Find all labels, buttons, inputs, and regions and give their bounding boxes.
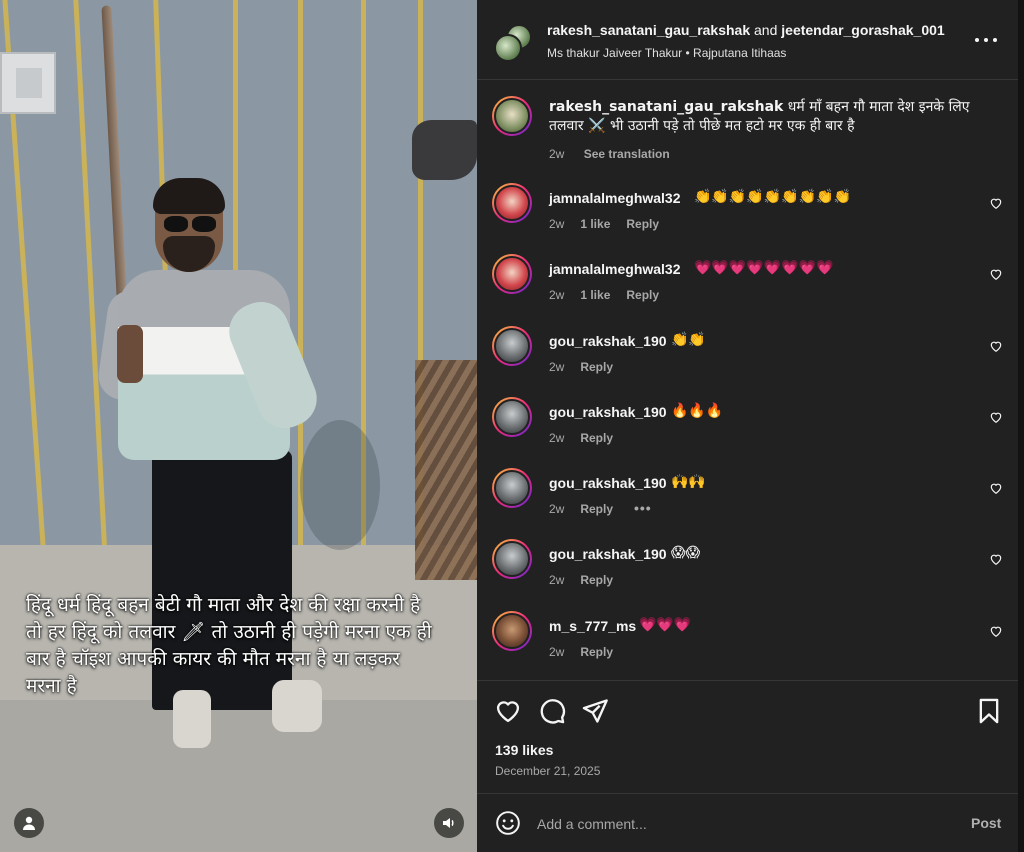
comment-text: 😱😱 bbox=[671, 545, 701, 561]
comment-text: 💗💗💗💗💗💗💗💗 bbox=[694, 260, 834, 276]
post-date: December 21, 2025 bbox=[495, 764, 601, 778]
comment-username[interactable]: gou_rakshak_190 bbox=[549, 475, 667, 491]
author-link[interactable]: jeetendar_gorashak_001 bbox=[781, 22, 944, 38]
like-comment-icon[interactable] bbox=[989, 552, 1003, 566]
post-button[interactable]: Post bbox=[971, 815, 1001, 831]
reply-button[interactable]: Reply bbox=[580, 502, 613, 516]
post-modal: हिंदू धर्म हिंदू बहन बेटी गौ माता और देश… bbox=[0, 0, 1024, 852]
comment-username[interactable]: jamnalalmeghwal32 bbox=[549, 190, 681, 206]
collab-avatars[interactable] bbox=[494, 24, 532, 62]
post-media[interactable]: हिंदू धर्म हिंदू बहन बेटी गौ माता और देश… bbox=[0, 0, 477, 852]
post-subtitle[interactable]: Ms thakur Jaiveer Thakur • Rajputana Iti… bbox=[547, 46, 786, 60]
like-comment-icon[interactable] bbox=[989, 624, 1003, 638]
comment-likes[interactable]: 1 like bbox=[580, 288, 610, 302]
reply-button[interactable]: Reply bbox=[580, 360, 613, 374]
media-overlay-text: हिंदू धर्म हिंदू बहन बेटी गौ माता और देश… bbox=[26, 594, 432, 697]
audio-icon bbox=[443, 818, 454, 828]
avatar[interactable] bbox=[492, 183, 532, 223]
comment-text: 👏👏 bbox=[671, 332, 706, 348]
comment-text: 💗💗💗 bbox=[639, 617, 692, 633]
comment-text: 🔥🔥🔥 bbox=[671, 403, 724, 419]
caption-username[interactable]: rakesh_sanatani_gau_rakshak bbox=[549, 99, 783, 115]
avatar bbox=[494, 34, 522, 62]
avatar[interactable] bbox=[492, 96, 532, 136]
avatar[interactable] bbox=[492, 326, 532, 366]
avatar[interactable] bbox=[492, 468, 532, 508]
comment-username[interactable]: jamnalalmeghwal32 bbox=[549, 261, 681, 277]
like-comment-icon[interactable] bbox=[989, 410, 1003, 424]
avatar[interactable] bbox=[492, 539, 532, 579]
caption-meta: 2w See translation bbox=[549, 147, 670, 161]
caption: rakesh_sanatani_gau_rakshak धर्म माँ बहन… bbox=[549, 98, 979, 136]
post-side-panel: rakesh_sanatani_gau_rakshak and jeetenda… bbox=[477, 0, 1018, 852]
sunglasses bbox=[162, 216, 218, 232]
comment-text: 🙌🙌 bbox=[671, 474, 706, 490]
comment-username[interactable]: m_s_777_ms bbox=[549, 618, 636, 634]
comment-text: 👏👏👏👏👏👏👏👏👏 bbox=[694, 189, 851, 205]
audio-toggle-button[interactable] bbox=[434, 808, 464, 838]
background-edge bbox=[1018, 0, 1024, 852]
comment-options-button[interactable]: ••• bbox=[634, 500, 652, 516]
cloth bbox=[412, 120, 477, 180]
see-translation-link[interactable]: See translation bbox=[584, 147, 670, 161]
likes-count[interactable]: 139 likes bbox=[495, 742, 553, 758]
author-link[interactable]: rakesh_sanatani_gau_rakshak bbox=[547, 22, 750, 38]
comment-composer: Post bbox=[477, 793, 1018, 852]
like-comment-icon[interactable] bbox=[989, 481, 1003, 495]
reply-button[interactable]: Reply bbox=[580, 431, 613, 445]
comment-input[interactable] bbox=[537, 812, 937, 836]
more-options-button[interactable] bbox=[973, 30, 1003, 50]
reply-button[interactable]: Reply bbox=[580, 573, 613, 587]
comment-likes[interactable]: 1 like bbox=[580, 217, 610, 231]
emoji-icon[interactable] bbox=[495, 810, 521, 836]
heart-icon[interactable] bbox=[494, 697, 522, 725]
like-comment-icon[interactable] bbox=[989, 267, 1003, 281]
user-tag-button[interactable] bbox=[14, 808, 44, 838]
post-header: rakesh_sanatani_gau_rakshak and jeetenda… bbox=[477, 0, 1018, 80]
electric-meter bbox=[0, 52, 56, 114]
reply-button[interactable]: Reply bbox=[626, 288, 659, 302]
share-icon[interactable] bbox=[581, 697, 609, 725]
comment-username[interactable]: gou_rakshak_190 bbox=[549, 546, 667, 562]
comment-username[interactable]: gou_rakshak_190 bbox=[549, 333, 667, 349]
sword-hilt bbox=[117, 325, 143, 383]
reply-button[interactable]: Reply bbox=[580, 645, 613, 659]
user-tag-icon bbox=[23, 816, 35, 830]
post-authors: rakesh_sanatani_gau_rakshak and jeetenda… bbox=[547, 22, 945, 38]
avatar[interactable] bbox=[492, 611, 532, 651]
bookmark-icon[interactable] bbox=[975, 697, 1003, 725]
comment-icon[interactable] bbox=[538, 697, 566, 725]
like-comment-icon[interactable] bbox=[989, 196, 1003, 210]
like-comment-icon[interactable] bbox=[989, 339, 1003, 353]
avatar[interactable] bbox=[492, 254, 532, 294]
reply-button[interactable]: Reply bbox=[626, 217, 659, 231]
firewood bbox=[415, 360, 477, 580]
comment-username[interactable]: gou_rakshak_190 bbox=[549, 404, 667, 420]
avatar[interactable] bbox=[492, 397, 532, 437]
